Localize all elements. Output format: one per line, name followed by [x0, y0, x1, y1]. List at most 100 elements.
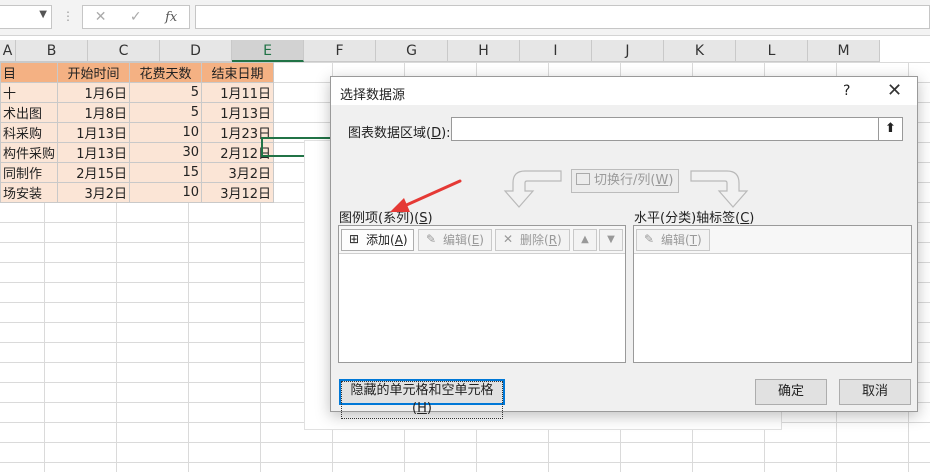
delete-end: ) — [557, 233, 562, 247]
select-data-source-dialog: 选择数据源 ? ✕ 图表数据区域(D): ⬆ 切换行/列(W) 图例项(系列)(… — [330, 76, 918, 419]
table-cell[interactable]: 5 — [129, 82, 203, 103]
table-row: 十 1月6日 5 1月11日 — [0, 82, 275, 103]
column-header-a[interactable]: A — [0, 40, 16, 62]
table-cell[interactable]: 10 — [129, 122, 203, 143]
axis-edit-label: 编辑( — [661, 233, 690, 247]
table-cell[interactable]: 30 — [129, 142, 203, 163]
legend-series-panel: ⊞ 添加(A) ✎ 编辑(E) ✕ 删除(R) ▲ ▼ — [338, 225, 626, 363]
range-label-text: 图表数据区域( — [348, 126, 432, 141]
column-header-e[interactable]: E — [232, 40, 304, 62]
cancel-icon[interactable]: ✕ — [95, 9, 107, 25]
table-cell[interactable]: 3月12日 — [201, 182, 275, 203]
delete-key: R — [548, 233, 558, 247]
column-header-l[interactable]: L — [736, 40, 808, 62]
collapse-range-icon[interactable]: ⬆ — [879, 117, 903, 141]
switch-end: ) — [668, 173, 674, 188]
legend-series-label: 图例项(系列)(S) — [339, 207, 433, 226]
table-cell[interactable]: 1月11日 — [201, 82, 275, 103]
header-cell[interactable]: 结束日期 — [201, 62, 275, 83]
add-label: 添加( — [366, 233, 395, 247]
header-cell[interactable]: 花费天数 — [129, 62, 203, 83]
table-row: 场安装 3月2日 10 3月12日 — [0, 182, 275, 203]
table-row: 科采购 1月13日 10 1月23日 — [0, 122, 275, 143]
ok-button[interactable]: 确定 — [755, 379, 827, 405]
axis-label-end: ) — [749, 211, 755, 226]
range-label: 图表数据区域(D): — [348, 122, 451, 141]
column-header-g[interactable]: G — [376, 40, 448, 62]
move-up-icon[interactable]: ▲ — [573, 229, 597, 251]
table-cell[interactable]: 3月2日 — [57, 182, 131, 203]
edit-icon: ✎ — [643, 232, 655, 246]
column-header-c[interactable]: C — [88, 40, 160, 62]
function-icon[interactable]: fx — [165, 10, 177, 25]
column-header-m[interactable]: M — [808, 40, 880, 62]
delete-icon: ✕ — [502, 232, 514, 246]
table-cell[interactable]: 1月6日 — [57, 82, 131, 103]
formula-bar: ▼ ⋮ ✕ ✓ fx — [0, 0, 930, 36]
column-header-d[interactable]: D — [160, 40, 232, 62]
edit-icon: ✎ — [425, 232, 437, 246]
hidden-cells-focus: 隐藏的单元格和空单元格(H) — [341, 381, 503, 419]
switch-row-column-button[interactable]: 切换行/列(W) — [571, 169, 679, 193]
more-icon: ⋮ — [62, 9, 74, 23]
table-cell[interactable]: 15 — [129, 162, 203, 183]
table-cell[interactable]: 同制作 — [0, 162, 59, 183]
add-series-button[interactable]: ⊞ 添加(A) — [341, 229, 414, 251]
help-button[interactable]: ? — [843, 83, 850, 99]
table-cell[interactable]: 5 — [129, 102, 203, 123]
chevron-down-icon[interactable]: ▼ — [39, 9, 47, 20]
edit-series-button[interactable]: ✎ 编辑(E) — [418, 229, 492, 251]
header-row: 目开始时间 花费天数 结束日期 — [0, 62, 275, 83]
add-key: A — [394, 233, 403, 247]
table-cell[interactable]: 场安装 — [0, 182, 59, 203]
column-header-j[interactable]: J — [592, 40, 664, 62]
name-box[interactable]: ▼ — [0, 5, 52, 29]
hidden-cells-key: H — [417, 401, 427, 416]
axis-label-key: C — [740, 211, 750, 226]
header-cell[interactable]: 开始时间 — [57, 62, 131, 83]
column-header-i[interactable]: I — [520, 40, 592, 62]
close-button[interactable]: ✕ — [887, 80, 902, 101]
formula-input[interactable] — [195, 5, 930, 29]
add-end: ) — [402, 233, 408, 247]
table-cell[interactable]: 1月13日 — [57, 122, 131, 143]
header-cell[interactable]: 目 — [0, 62, 59, 83]
edit-label: 编辑( — [443, 233, 472, 247]
cancel-button[interactable]: 取消 — [839, 379, 911, 405]
edit-end: ) — [479, 233, 484, 247]
table-cell[interactable]: 科采购 — [0, 122, 59, 143]
table-cell[interactable]: 3月2日 — [201, 162, 275, 183]
table-row: 同制作 2月15日 15 3月2日 — [0, 162, 275, 183]
switch-label: 切换行/列( — [594, 173, 656, 188]
table-cell[interactable]: 1月8日 — [57, 102, 131, 123]
curved-arrow-right-icon — [690, 170, 749, 208]
hidden-empty-cells-button[interactable]: 隐藏的单元格和空单元格(H) — [339, 379, 505, 419]
table-cell[interactable]: 十 — [0, 82, 59, 103]
range-label-end: ): — [441, 126, 451, 141]
formula-buttons: ✕ ✓ fx — [82, 5, 190, 29]
check-icon[interactable]: ✓ — [130, 9, 142, 25]
chart-range-input[interactable] — [451, 117, 879, 141]
table-cell[interactable]: 1月13日 — [201, 102, 275, 123]
dialog-title: 选择数据源 — [340, 88, 406, 103]
edit-axis-labels-button[interactable]: ✎ 编辑(T) — [636, 229, 710, 251]
move-down-icon[interactable]: ▼ — [599, 229, 623, 251]
delete-series-button[interactable]: ✕ 删除(R) — [495, 229, 570, 251]
table-row: 构件采购 1月13日 30 2月12日 — [0, 142, 275, 163]
table-cell[interactable]: 术出图 — [0, 102, 59, 123]
table-cell[interactable]: 构件采购 — [0, 142, 59, 163]
table-cell[interactable]: 2月15日 — [57, 162, 131, 183]
data-table: 目开始时间 花费天数 结束日期十 1月6日 5 1月11日 术出图 1月8日 5 1月13日 科采购… — [0, 62, 275, 203]
table-cell[interactable]: 1月13日 — [57, 142, 131, 163]
column-header-k[interactable]: K — [664, 40, 736, 62]
dialog-titlebar: 选择数据源 ? ✕ — [331, 77, 917, 105]
delete-label: 删除( — [520, 233, 549, 247]
axis-edit-key: T — [689, 233, 698, 247]
legend-label-text: 图例项(系列)( — [339, 211, 420, 226]
column-header-f[interactable]: F — [304, 40, 376, 62]
column-header-h[interactable]: H — [448, 40, 520, 62]
column-header-b[interactable]: B — [16, 40, 88, 62]
axis-edit-end: ) — [697, 233, 702, 247]
table-cell[interactable]: 10 — [129, 182, 203, 203]
switch-key: W — [655, 173, 669, 188]
